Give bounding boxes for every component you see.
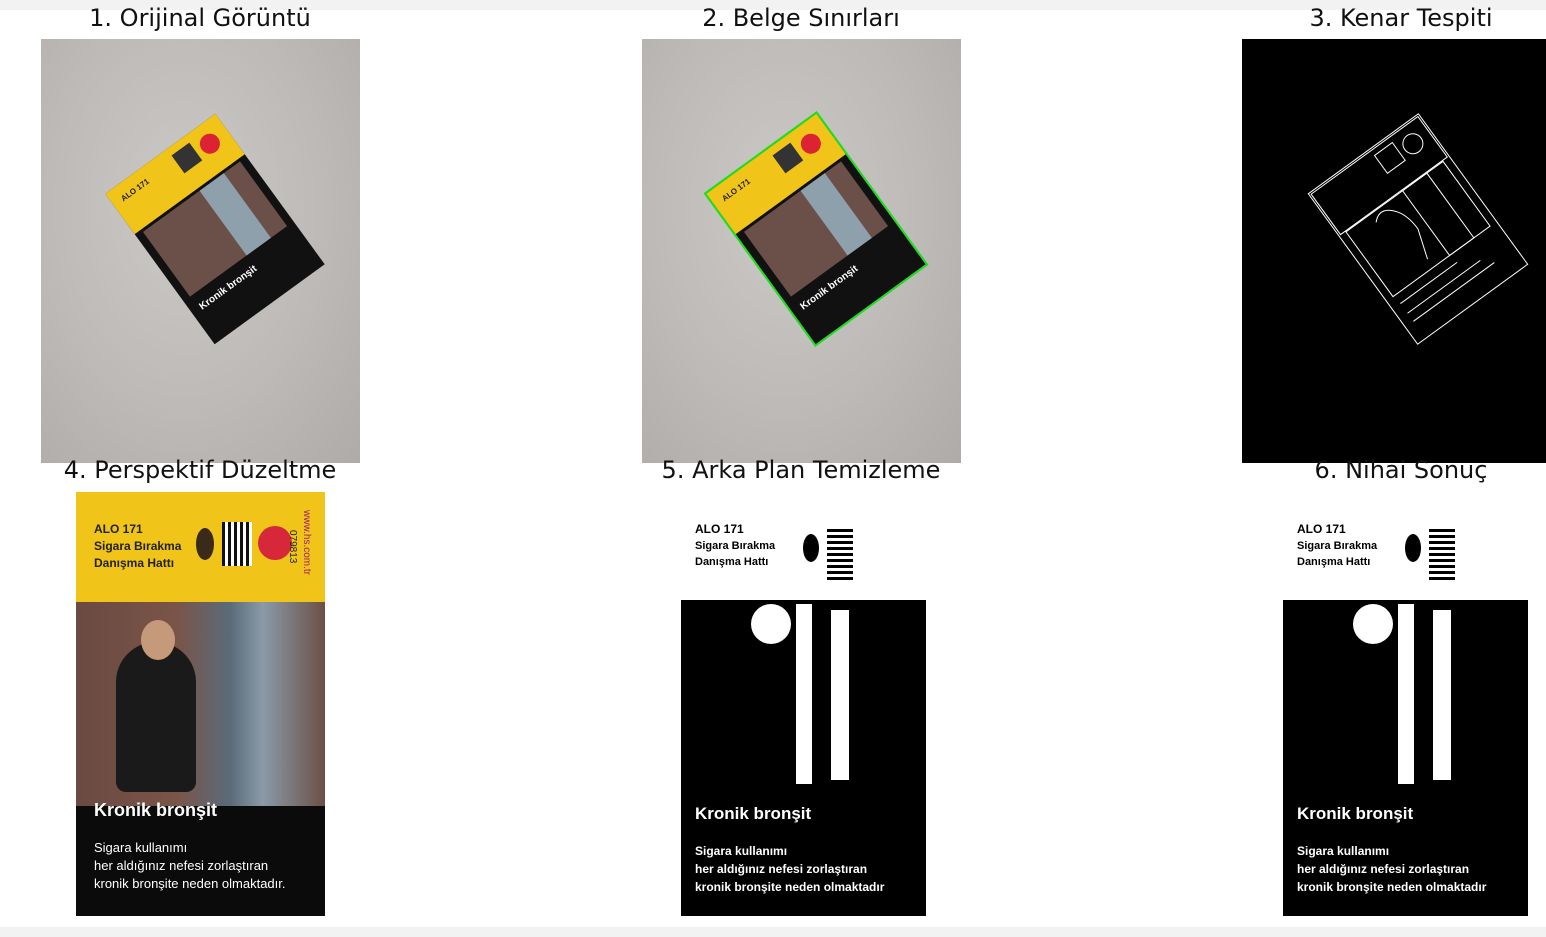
final-hotline-line2: Sigara Bırakma — [1297, 540, 1378, 552]
pack-warning-line1: Sigara kullanımı — [94, 840, 188, 855]
bin-warning-line3: kronik bronşite neden olmaktadır — [695, 880, 885, 894]
original-image-panel: ALO 171 Kronik bronşit — [41, 39, 360, 463]
pack-warning-line3: kronik bronşite neden olmaktadır. — [94, 876, 286, 891]
bin-warning-line1: Sigara kullanımı — [695, 844, 788, 858]
final-warning-line3: kronik bronşite neden olmaktadır — [1297, 880, 1487, 894]
panel-6-title: 6. Nihai Sonuç — [1314, 456, 1488, 484]
woman-face — [141, 620, 175, 660]
pack-hotline-line3: Danışma Hattı — [94, 556, 175, 570]
final-result-panel: ALO 171 Sigara Bırakma Danışma Hattı Kro… — [1283, 492, 1528, 916]
pack-warning-line2: her aldığınız nefesi zorlaştıran — [94, 858, 269, 873]
boundary-photo: ALO 171 Kronik bronşit — [703, 110, 929, 348]
final-warning-line2: her aldığınız nefesi zorlaştıran — [1297, 862, 1470, 876]
panel-4-title: 4. Perspektif Düzeltme — [63, 456, 337, 484]
bin-warning-line2: her aldığınız nefesi zorlaştıran — [695, 862, 868, 876]
bin-qr-code-icon — [827, 526, 853, 580]
edge-detection-panel — [1242, 39, 1546, 463]
pack-hotline-line2: Sigara Bırakma — [94, 539, 182, 553]
panel-3-title: 3. Kenar Tespiti — [1309, 4, 1493, 32]
pack-side-url: www.hs.com.tr — [301, 510, 312, 576]
original-photo: ALO 171 Kronik bronşit — [105, 113, 325, 345]
final-hotline: ALO 171 — [1297, 522, 1346, 536]
woman-figure — [116, 642, 196, 792]
coffee-icon — [196, 528, 214, 560]
pack-warning-title: Kronik bronşit — [94, 800, 218, 820]
bin-coffee-icon — [803, 534, 819, 562]
pack-side-code: 079813 — [287, 530, 298, 564]
final-warning-line1: Sigara kullanımı — [1297, 844, 1390, 858]
final-qr-code-icon — [1429, 526, 1455, 580]
edge-map — [1307, 113, 1529, 345]
final-coffee-icon — [1405, 534, 1421, 562]
bin-hotline-line2: Sigara Bırakma — [695, 540, 776, 552]
panel-5-title: 5. Arka Plan Temizleme — [661, 456, 941, 484]
bin-hotline-line3: Danışma Hattı — [695, 556, 769, 568]
pack-hotline: ALO 171 — [94, 522, 143, 536]
panel-2-title: 2. Belge Sınırları — [702, 4, 900, 32]
panel-1-title: 1. Orijinal Görüntü — [89, 4, 311, 32]
final-warning-title: Kronik bronşit — [1297, 804, 1414, 823]
boundary-image-panel: ALO 171 Kronik bronşit — [642, 39, 961, 463]
figure-bottom-border — [0, 927, 1546, 937]
perspective-corrected-panel: ALO 171 Sigara Bırakma Danışma Hattı www… — [76, 492, 325, 916]
pack-photo-area — [76, 602, 325, 806]
bin-hotline: ALO 171 — [695, 522, 744, 536]
qr-code-icon — [222, 522, 252, 566]
background-removal-panel: ALO 171 Sigara Bırakma Danışma Hattı Kro… — [681, 492, 926, 916]
bin-warning-title: Kronik bronşit — [695, 804, 812, 823]
final-hotline-line3: Danışma Hattı — [1297, 556, 1371, 568]
